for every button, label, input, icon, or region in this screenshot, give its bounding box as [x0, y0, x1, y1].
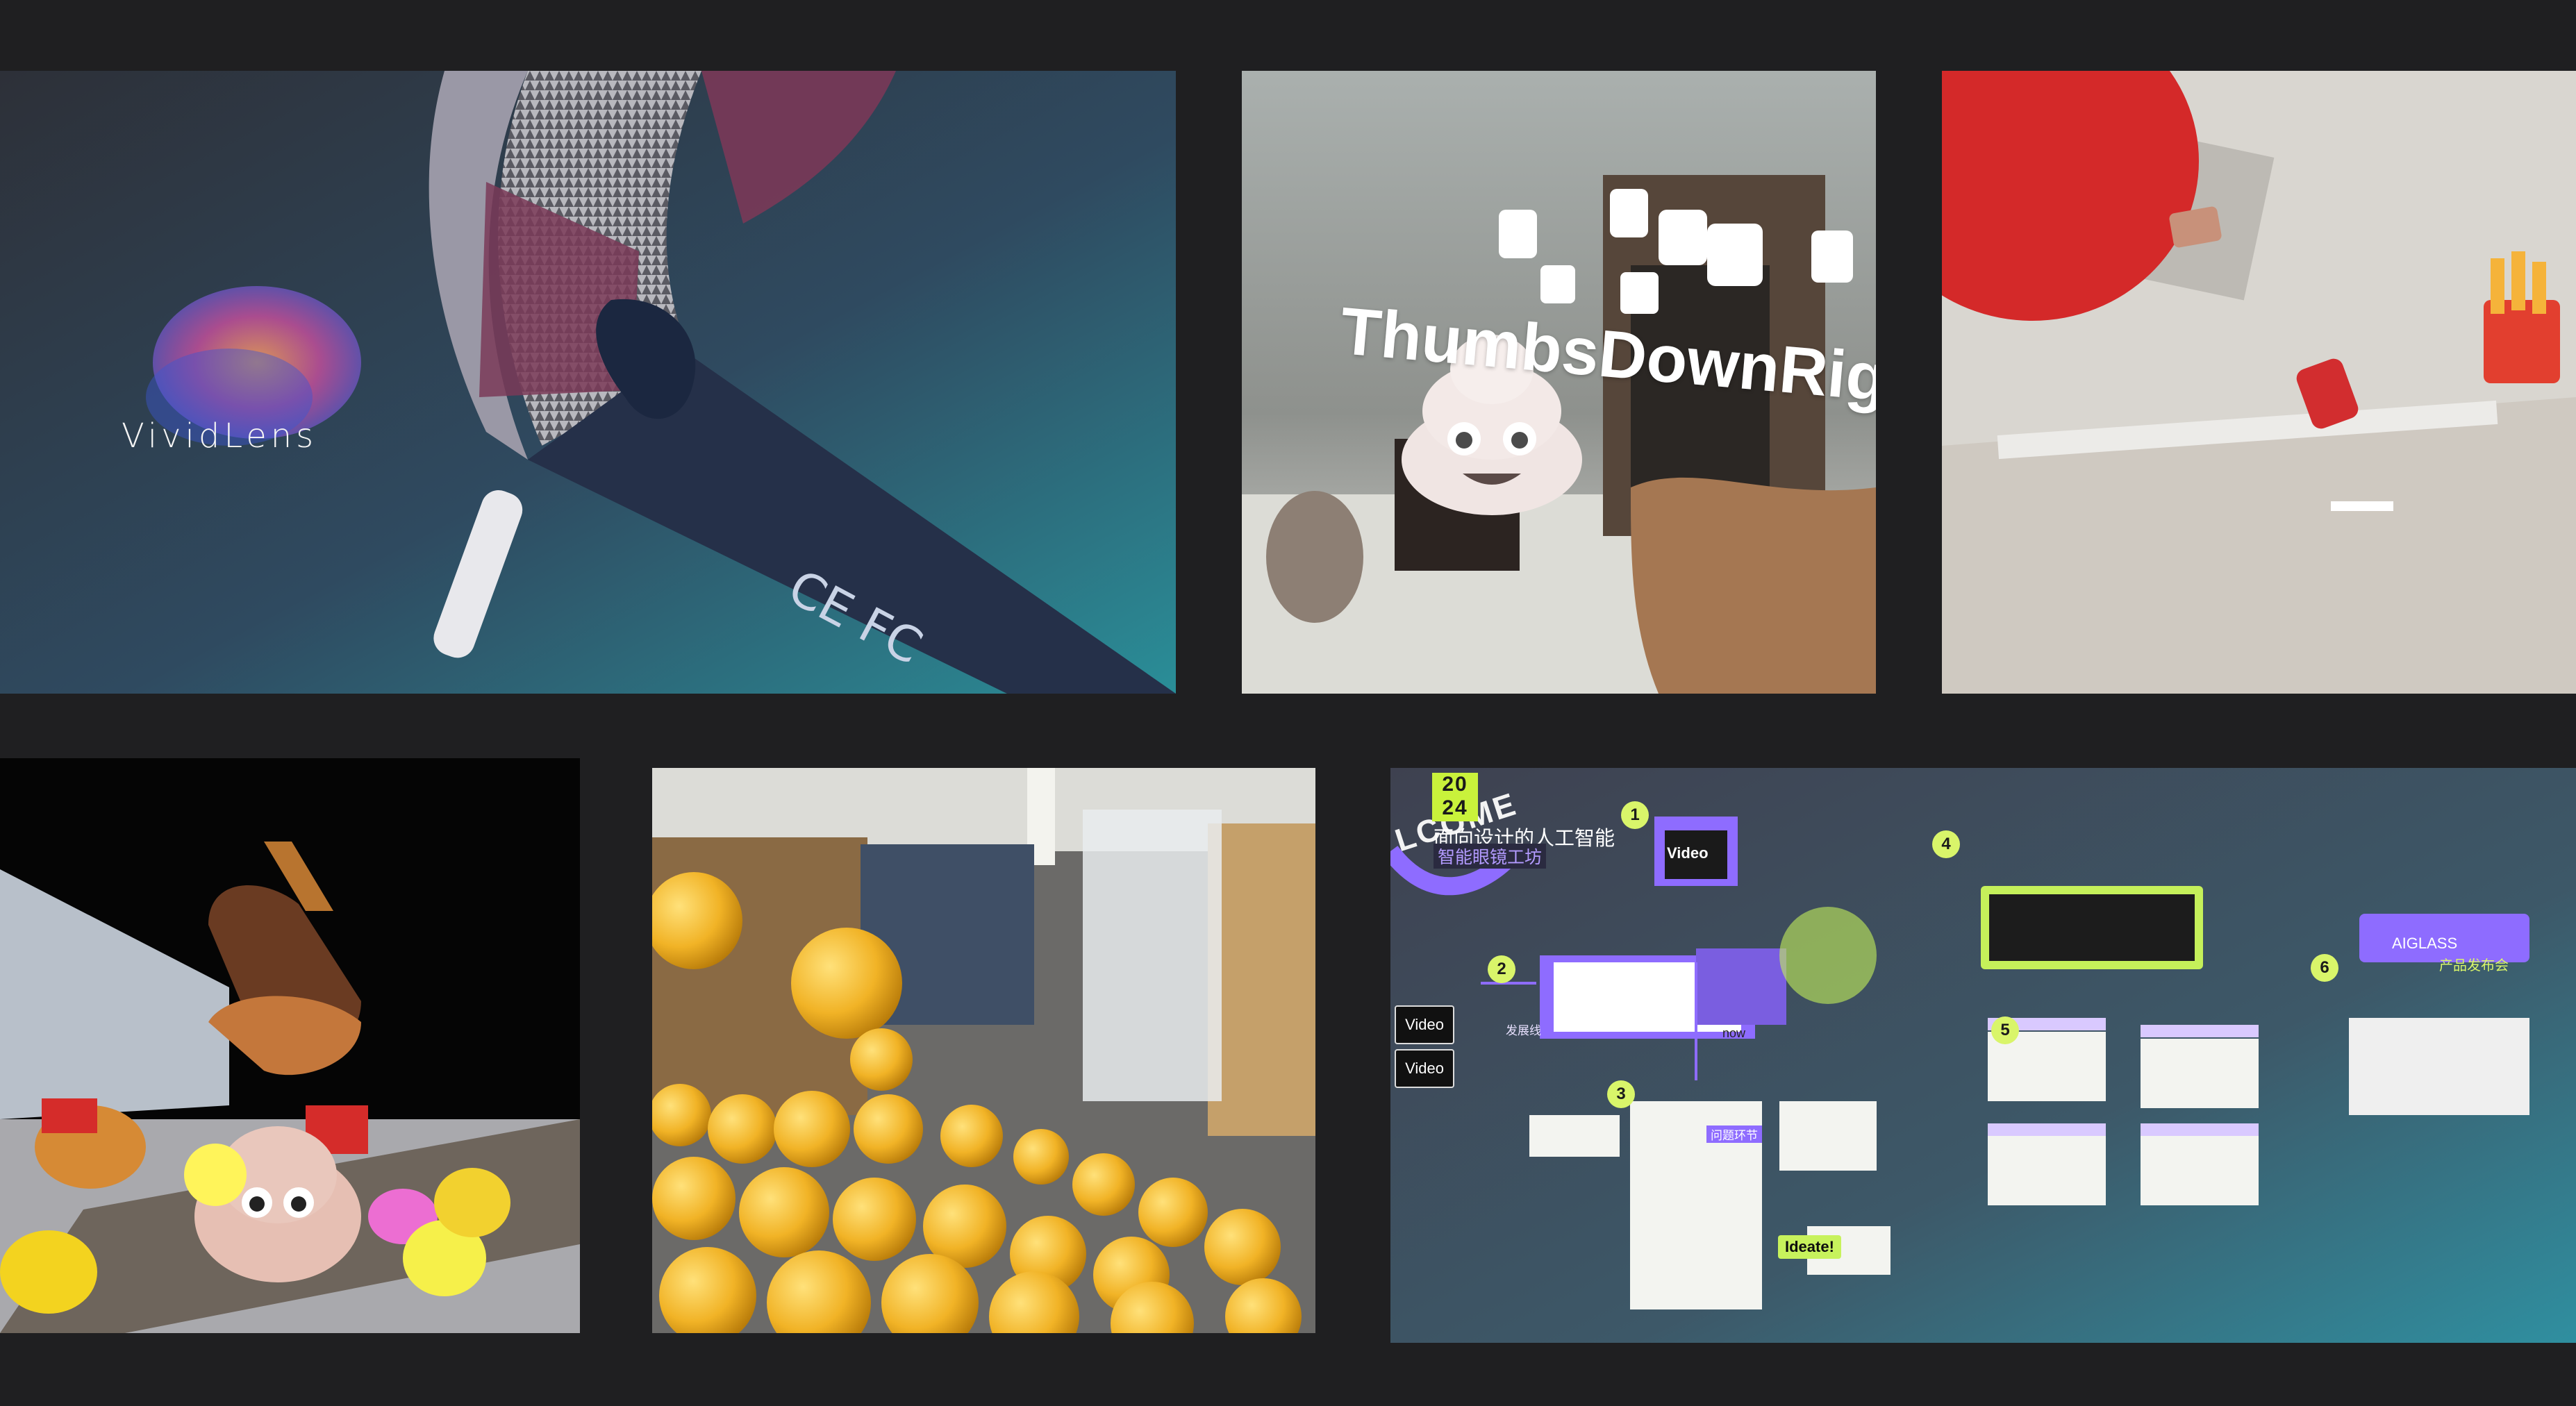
food-vr-tile	[0, 758, 580, 1333]
workshop-board-bg	[1390, 768, 2576, 1343]
step-marker-6: 6	[2311, 954, 2338, 982]
product-title: AIGLASS	[2392, 935, 2458, 952]
product-subtitle: 产品发布会	[2439, 958, 2509, 973]
timeline-label: 发展线	[1506, 1024, 1541, 1037]
food-vr-scene	[0, 758, 580, 1333]
ceiling-tile	[1942, 71, 2576, 694]
step-marker-3: 3	[1607, 1080, 1635, 1108]
vividlens-tile: CE FC VividLens	[0, 71, 1176, 694]
step-marker-2: 2	[1488, 955, 1515, 983]
video-button-2[interactable]: Video	[1395, 1049, 1454, 1088]
vividlens-render: CE FC	[0, 71, 1176, 694]
board-year-top: 20	[1442, 773, 1468, 796]
emoji-room-tile	[652, 768, 1315, 1333]
step-marker-4: 4	[1932, 830, 1960, 858]
board-year-badge: 20 24	[1432, 773, 1478, 821]
thumbs-tile: ThumbsDownRig	[1242, 71, 1876, 694]
question-section-label: 问题环节	[1706, 1125, 1762, 1143]
emoji-room-scene	[652, 768, 1315, 1333]
video-button-1[interactable]: Video	[1395, 1005, 1454, 1044]
board-subtitle: 智能眼镜工坊	[1434, 844, 1547, 869]
workshop-board-tile: LCOME 1 2 3 4 5 6 Video Video Video 发展线 …	[1390, 768, 2576, 1343]
timeline-now-label: now	[1722, 1026, 1746, 1040]
step-marker-1: 1	[1621, 801, 1649, 829]
ideate-badge: Ideate!	[1778, 1235, 1841, 1259]
brand-logo-text: VividLens	[122, 417, 318, 455]
ceiling-scene	[1942, 71, 2576, 694]
video-card-label: Video	[1667, 844, 1709, 862]
step-marker-5: 5	[1991, 1016, 2019, 1044]
board-year-bottom: 24	[1442, 796, 1468, 819]
